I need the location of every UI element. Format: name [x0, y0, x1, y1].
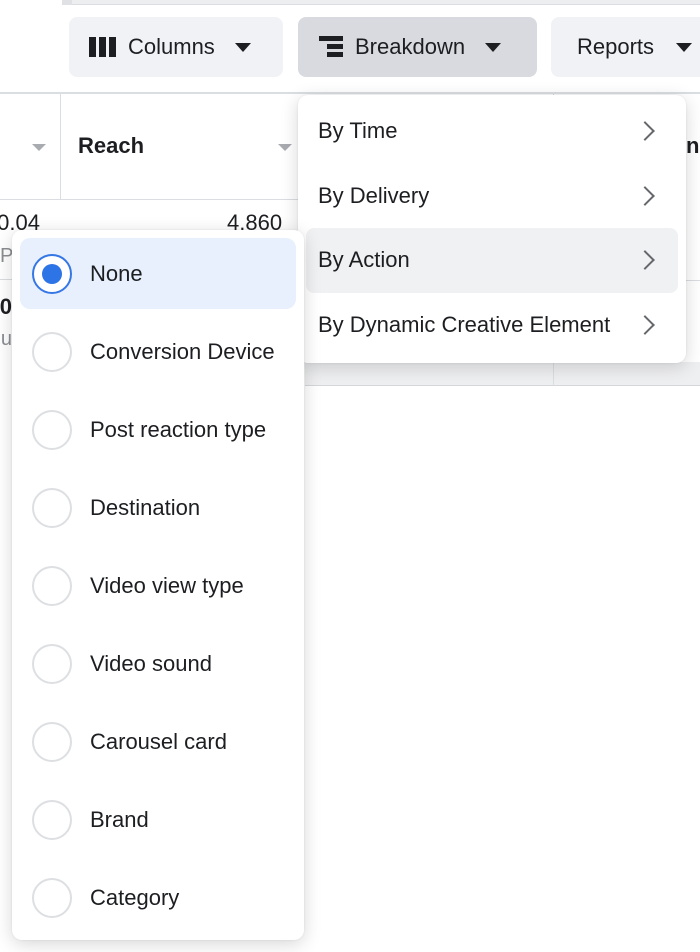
- reports-button[interactable]: Reports: [551, 17, 700, 77]
- radio-option-label: Brand: [90, 807, 149, 832]
- radio-option-brand[interactable]: Brand: [20, 781, 296, 859]
- radio-option-label: Carousel card: [90, 729, 227, 754]
- caret-down-icon: [676, 42, 693, 52]
- sort-caret-icon[interactable]: [278, 144, 292, 151]
- column-divider: [553, 362, 554, 386]
- radio-option-video-sound[interactable]: Video sound: [20, 625, 296, 703]
- chevron-right-icon: [635, 250, 655, 271]
- radio-checked-icon[interactable]: [32, 253, 72, 294]
- table-footer-row: [305, 362, 700, 386]
- radio-unchecked-icon[interactable]: [32, 566, 72, 606]
- radio-option-label: Post reaction type: [90, 417, 267, 442]
- top-scrollbar-strip: [62, 0, 700, 5]
- header-bottom-border: [0, 199, 300, 200]
- radio-unchecked-icon[interactable]: [32, 332, 72, 372]
- column-header-partial: ns: [686, 133, 700, 158]
- chevron-right-icon: [635, 121, 655, 142]
- columns-icon: [89, 37, 116, 57]
- menu-item-by-action[interactable]: By Action: [306, 228, 678, 293]
- menu-item-label: By Delivery: [318, 182, 430, 208]
- radio-option-label: Category: [90, 885, 180, 910]
- radio-option-conversion-device[interactable]: Conversion Device: [20, 313, 296, 391]
- radio-option-post-reaction-type[interactable]: Post reaction type: [20, 391, 296, 469]
- radio-option-category[interactable]: Category: [20, 859, 296, 937]
- breakdown-icon: [319, 35, 343, 59]
- radio-option-label: Video view type: [90, 573, 244, 598]
- radio-unchecked-icon[interactable]: [32, 878, 72, 918]
- radio-option-label: Video sound: [90, 651, 212, 676]
- radio-option-label: Destination: [90, 495, 201, 520]
- column-header-reach[interactable]: Reach: [78, 133, 144, 159]
- table-cell-sub: u: [0, 328, 12, 350]
- radio-option-destination[interactable]: Destination: [20, 469, 296, 547]
- radio-unchecked-icon[interactable]: [32, 488, 72, 528]
- table-cell: 0: [0, 294, 12, 319]
- radio-option-carousel-card[interactable]: Carousel card: [20, 703, 296, 781]
- columns-button[interactable]: Columns: [69, 17, 283, 77]
- caret-down-icon: [234, 42, 251, 52]
- reports-button-label: Reports: [577, 34, 655, 59]
- radio-option-label: None: [90, 260, 143, 286]
- breakdown-menu: By Time By Delivery By Action By Dynamic…: [298, 95, 686, 363]
- radio-unchecked-icon[interactable]: [32, 644, 72, 684]
- menu-item-by-dynamic-creative-element[interactable]: By Dynamic Creative Element: [306, 293, 678, 358]
- chevron-right-icon: [635, 185, 655, 206]
- menu-item-by-time[interactable]: By Time: [306, 99, 678, 164]
- radio-option-none[interactable]: None: [20, 238, 296, 309]
- radio-option-label: Conversion Device: [90, 339, 275, 364]
- breakdown-button-label: Breakdown: [355, 34, 466, 59]
- chevron-right-icon: [635, 314, 655, 335]
- table-top-border: [0, 92, 700, 94]
- radio-unchecked-icon[interactable]: [32, 800, 72, 840]
- radio-option-video-view-type[interactable]: Video view type: [20, 547, 296, 625]
- menu-item-by-delivery[interactable]: By Delivery: [306, 164, 678, 229]
- breakdown-button[interactable]: Breakdown: [298, 17, 537, 77]
- columns-button-label: Columns: [128, 34, 215, 59]
- menu-item-label: By Action: [318, 247, 410, 273]
- radio-unchecked-icon[interactable]: [32, 722, 72, 762]
- menu-item-label: By Time: [318, 118, 398, 144]
- caret-down-icon: [485, 42, 502, 52]
- menu-item-label: By Dynamic Creative Element: [318, 311, 611, 337]
- by-action-submenu: None Conversion Device Post reaction typ…: [12, 230, 304, 940]
- radio-unchecked-icon[interactable]: [32, 410, 72, 450]
- sort-caret-icon[interactable]: [32, 144, 46, 151]
- column-divider: [60, 94, 61, 200]
